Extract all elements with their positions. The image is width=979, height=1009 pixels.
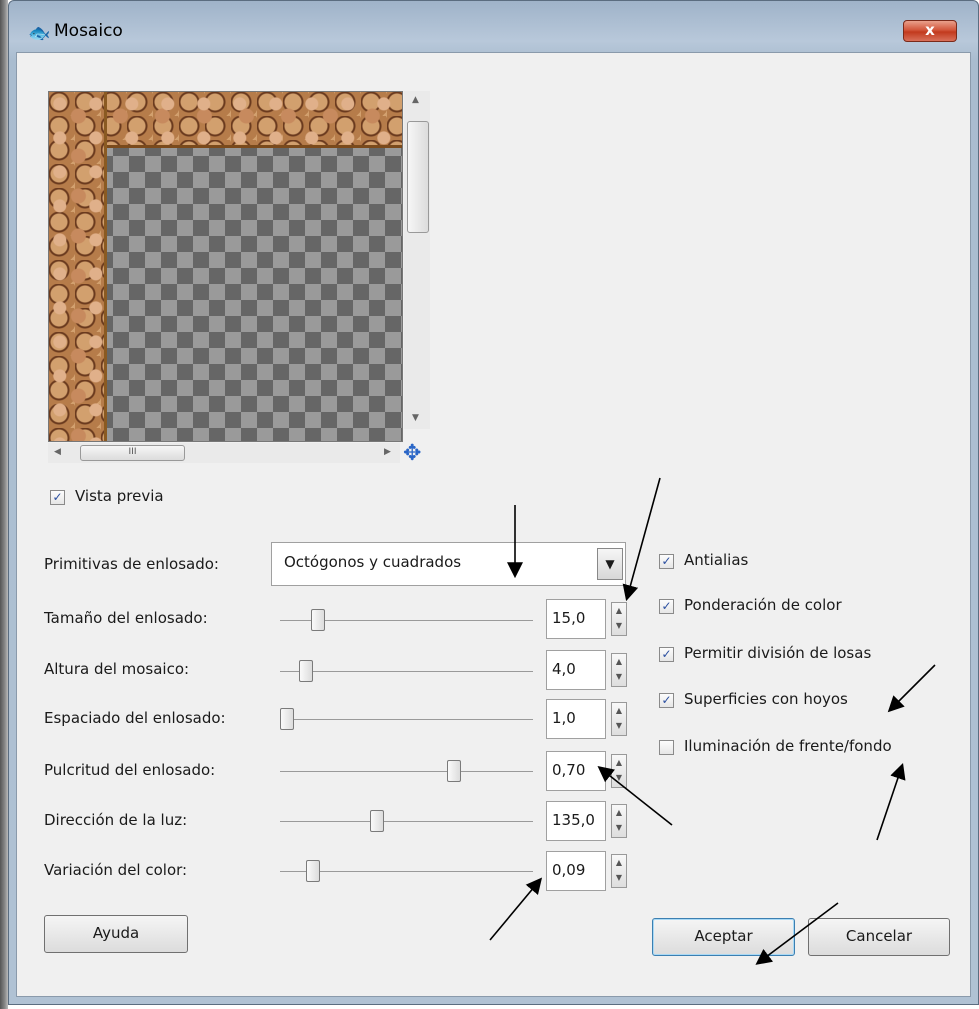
cancel-button[interactable]: Cancelar [808,918,950,956]
preview-canvas[interactable] [48,91,403,442]
primitivas-dropdown[interactable]: Octógonos y cuadrados ▼ [271,542,626,586]
permitir-division-label: Permitir división de losas [684,644,872,662]
scroll-right-icon[interactable]: ▶ [384,447,391,457]
preview-horizontal-scrollbar[interactable]: ◀ III ▶ [48,443,400,463]
slider-label-pulcritud: Pulcritud del enlosado: [44,761,216,779]
scroll-left-icon[interactable]: ◀ [54,447,61,457]
spin-buttons-tamano[interactable]: ▲ ▼ [611,602,627,636]
preview-checkbox[interactable]: ✓ [50,490,65,505]
slider-track-altura[interactable] [280,671,533,672]
antialias-checkbox[interactable]: ✓ [659,554,674,569]
scroll-down-icon[interactable]: ▼ [412,413,419,423]
spin-input-altura[interactable]: 4,0 [546,650,606,690]
scroll-up-icon[interactable]: ▲ [412,95,419,105]
spin-input-variacion[interactable]: 0,09 [546,851,606,891]
preview-vertical-scrollbar[interactable]: ▲ ▼ [404,91,430,429]
mosaic-app-icon: 🐟 [28,23,51,44]
permitir-division-checkbox[interactable]: ✓ [659,647,674,662]
ponderacion-color-checkbox[interactable]: ✓ [659,599,674,614]
slider-label-espaciado: Espaciado del enlosado: [44,709,226,727]
slider-track-direccion[interactable] [280,821,533,822]
slider-thumb-variacion[interactable] [306,860,321,882]
iluminacion-checkbox[interactable] [659,740,674,755]
spin-buttons-altura[interactable]: ▲ ▼ [611,653,627,687]
superficies-hoyos-label: Superficies con hoyos [684,690,848,708]
primitivas-label: Primitivas de enlosado: [44,555,219,573]
spin-buttons-espaciado[interactable]: ▲ ▼ [611,702,627,736]
antialias-label: Antialias [684,551,749,569]
mosaic-preview-left [49,92,107,441]
window-title: Mosaico [54,21,123,41]
slider-label-altura: Altura del mosaico: [44,660,190,678]
help-button[interactable]: Ayuda [44,915,188,953]
close-button[interactable]: x [903,20,957,42]
spin-buttons-variacion[interactable]: ▲ ▼ [611,854,627,888]
slider-thumb-tamano[interactable] [311,609,326,631]
vertical-scroll-thumb[interactable] [407,121,429,233]
slider-thumb-direccion[interactable] [369,810,384,832]
slider-track-espaciado[interactable] [280,719,533,720]
spin-input-espaciado[interactable]: 1,0 [546,699,606,739]
spin-input-direccion[interactable]: 135,0 [546,801,606,841]
ponderacion-color-label: Ponderación de color [684,596,842,614]
primitivas-value: Octógonos y cuadrados [284,553,462,571]
slider-thumb-pulcritud[interactable] [447,760,462,782]
spin-buttons-direccion[interactable]: ▲ ▼ [611,804,627,838]
ok-button[interactable]: Aceptar [652,918,795,956]
chevron-down-icon[interactable]: ▼ [597,548,623,580]
iluminacion-label: Iluminación de frente/fondo [684,737,892,755]
spin-input-pulcritud[interactable]: 0,70 [546,751,606,791]
slider-label-variacion: Variación del color: [44,861,188,879]
move-icon[interactable]: ✥ [403,443,421,465]
title-bar[interactable]: 🐟 Mosaico x [8,0,979,44]
slider-track-pulcritud[interactable] [280,771,533,772]
slider-thumb-altura[interactable] [299,660,314,682]
slider-thumb-espaciado[interactable] [280,708,294,730]
spin-buttons-pulcritud[interactable]: ▲ ▼ [611,754,627,788]
superficies-hoyos-checkbox[interactable]: ✓ [659,693,674,708]
slider-label-direccion: Dirección de la luz: [44,811,188,829]
horizontal-scroll-thumb[interactable]: III [80,445,185,461]
preview-checkbox-label: Vista previa [75,487,164,505]
slider-label-tamano: Tamaño del enlosado: [44,609,208,627]
window-frame-edge [0,0,8,1009]
spin-input-tamano[interactable]: 15,0 [546,599,606,639]
